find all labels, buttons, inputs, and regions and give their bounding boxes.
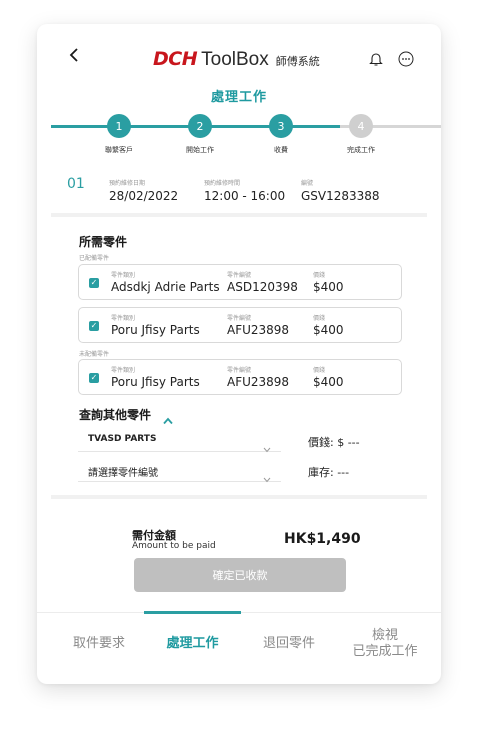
tab-process-work[interactable]: 處理工作 [144, 620, 241, 668]
step-3-label: 收費 [274, 146, 288, 154]
back-chevron-icon[interactable] [69, 46, 79, 67]
section-divider [51, 495, 427, 499]
tab-return-parts-label: 退回零件 [262, 636, 315, 651]
step-2-circle: 2 [188, 114, 212, 138]
part-type-label: 零件類別 [111, 272, 136, 279]
appointment-code: 編號 GSV1283388 [301, 178, 380, 203]
part-price-label: 價錢 [313, 367, 326, 374]
step-3-circle: 3 [269, 114, 293, 138]
appointment-code-value: GSV1283388 [301, 189, 380, 203]
part-price: 價錢 $400 [313, 365, 344, 389]
part-type-value: Poru Jfisy Parts [111, 323, 200, 337]
unassigned-parts-label: 未配備零件 [79, 351, 110, 358]
part-code-label: 零件編號 [227, 367, 252, 374]
confirm-payment-button[interactable]: 確定已收款 [134, 558, 346, 592]
parts-section-title: 所需零件 [79, 235, 128, 249]
tab-completed-work-line1: 檢視 [371, 628, 398, 643]
appointment-time: 預約維修時間 12:00 - 16:00 [204, 178, 285, 203]
brand-subtitle: 師傅系統 [275, 55, 320, 68]
part-code-label: 零件編號 [227, 272, 252, 279]
appointment-time-label: 預約維修時間 [204, 180, 241, 187]
tab-completed-work[interactable]: 檢視 已完成工作 [337, 620, 433, 668]
bell-icon[interactable] [368, 51, 384, 67]
assigned-parts-label: 已配備零件 [79, 255, 110, 262]
step-2-label: 開始工作 [186, 146, 214, 154]
part-type: 零件類別 Poru Jfisy Parts [111, 365, 200, 389]
chevron-down-icon [263, 438, 271, 453]
lookup-stock: 庫存: --- [308, 466, 350, 479]
part-type: 零件類別 Adsdkj Adrie Parts [111, 270, 220, 294]
active-tab-indicator [144, 611, 241, 614]
appointment-time-value: 12:00 - 16:00 [204, 189, 286, 203]
appointment-date: 預約維修日期 28/02/2022 [109, 178, 178, 203]
part-code-placeholder: 請選擇零件編號 [88, 468, 158, 479]
part-price-value: $400 [313, 323, 344, 337]
part-price: 價錢 $400 [313, 313, 344, 337]
part-price-value: $400 [313, 375, 344, 389]
part-code: 零件編號 AFU23898 [227, 313, 289, 337]
brand-toolbox: ToolBox [201, 49, 269, 70]
part-row[interactable]: ✓ 零件類別 Adsdkj Adrie Parts 零件編號 ASD120398… [78, 264, 402, 300]
tab-return-parts[interactable]: 退回零件 [241, 620, 337, 668]
tab-pickup-request-label: 取件要求 [72, 636, 125, 651]
appointment-code-label: 編號 [301, 180, 314, 187]
part-code-value: AFU23898 [227, 375, 290, 389]
amount-value: HK$1,490 [284, 531, 361, 547]
app-logo: DCH ToolBox 師傅系統 [153, 48, 320, 71]
part-price: 價錢 $400 [313, 270, 344, 294]
section-divider [51, 213, 427, 217]
step-4-label: 完成工作 [347, 146, 375, 154]
step-1-circle: 1 [107, 114, 131, 138]
tab-completed-work-line2: 已完成工作 [352, 644, 418, 659]
lookup-section-title[interactable]: 查詢其他零件 [79, 406, 151, 423]
page-title: 處理工作 [210, 90, 267, 105]
part-price-value: $400 [313, 280, 344, 294]
part-checkbox[interactable]: ✓ [89, 321, 99, 331]
step-4-circle: 4 [349, 114, 373, 138]
lookup-price: 價錢: $ --- [308, 436, 360, 449]
part-row[interactable]: ✓ 零件類別 Poru Jfisy Parts 零件編號 AFU23898 價錢… [78, 359, 402, 395]
part-price-label: 價錢 [313, 272, 326, 279]
chevron-up-icon[interactable] [163, 410, 173, 425]
tab-process-work-label: 處理工作 [166, 636, 219, 651]
part-code: 零件編號 AFU23898 [227, 365, 289, 389]
part-type-value: Poru Jfisy Parts [111, 375, 200, 389]
appointment-date-value: 28/02/2022 [109, 189, 179, 203]
appointment-index: 01 [67, 176, 85, 192]
part-code: 零件編號 ASD120398 [227, 270, 298, 294]
part-type: 零件類別 Poru Jfisy Parts [111, 313, 200, 337]
tab-pickup-request[interactable]: 取件要求 [54, 620, 144, 668]
part-type-value: Adsdkj Adrie Parts [111, 280, 220, 294]
part-checkbox[interactable]: ✓ [89, 278, 99, 288]
more-icon[interactable] [398, 51, 414, 67]
amount-subtitle: Amount to be paid [132, 541, 216, 551]
part-type-label: 零件類別 [111, 367, 136, 374]
part-category-value: TVASD PARTS [88, 434, 157, 444]
step-1-label: 聯繫客戶 [105, 146, 133, 154]
phone-screen: DCH ToolBox 師傅系統 處理工作 1 2 3 4 聯繫客戶 開始工作 … [37, 24, 441, 684]
part-type-label: 零件類別 [111, 315, 136, 322]
part-checkbox[interactable]: ✓ [89, 373, 99, 383]
chevron-down-icon [263, 468, 271, 483]
part-category-select[interactable]: TVASD PARTS [78, 430, 281, 453]
part-code-select[interactable]: 請選擇零件編號 [78, 460, 281, 483]
part-code-label: 零件編號 [227, 315, 252, 322]
part-price-label: 價錢 [313, 315, 326, 322]
part-code-value: AFU23898 [227, 323, 290, 337]
app-stage: DCH ToolBox 師傅系統 處理工作 1 2 3 4 聯繫客戶 開始工作 … [0, 0, 478, 734]
brand-dch: DCH [153, 48, 198, 70]
part-code-value: ASD120398 [227, 280, 298, 294]
part-row[interactable]: ✓ 零件類別 Poru Jfisy Parts 零件編號 AFU23898 價錢… [78, 307, 402, 343]
appointment-date-label: 預約維修日期 [109, 180, 146, 187]
